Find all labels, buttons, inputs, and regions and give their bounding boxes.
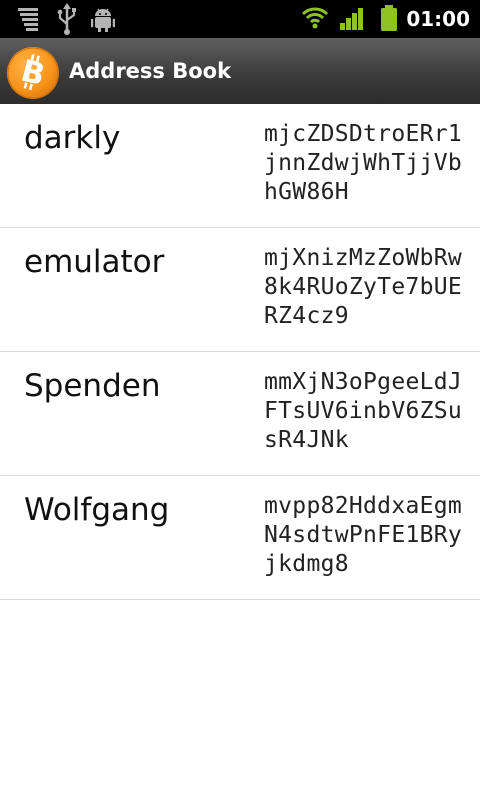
list-item[interactable]: Spenden mmXjN3oPgeeLdJFTsUV6inbV6ZSusR4J… — [0, 352, 480, 476]
android-debug-icon — [91, 8, 115, 32]
battery-icon — [381, 5, 397, 31]
wifi-icon — [301, 7, 329, 29]
list-item[interactable]: darkly mjcZDSDtroERr1jnnZdwjWhTjjVbhGW86… — [0, 104, 480, 228]
status-bar: 01:00 — [0, 0, 480, 38]
address-list: darkly mjcZDSDtroERr1jnnZdwjWhTjjVbhGW86… — [0, 104, 480, 600]
notification-stack-icon — [18, 8, 38, 31]
entry-label: emulator — [24, 244, 165, 280]
entry-label: darkly — [24, 120, 121, 156]
entry-label: Spenden — [24, 368, 161, 404]
bitcoin-logo-icon[interactable]: B — [6, 46, 60, 100]
entry-label: Wolfgang — [24, 492, 170, 528]
usb-icon — [57, 3, 76, 35]
page-title: Address Book — [69, 59, 232, 83]
list-item[interactable]: Wolfgang mvpp82HddxaEgmN4sdtwPnFE1BRyjkd… — [0, 476, 480, 600]
entry-address: mjXnizMzZoWbRw8k4RUoZyTe7bUERZ4cz9 — [264, 245, 463, 329]
entry-address: mjcZDSDtroERr1jnnZdwjWhTjjVbhGW86H — [264, 121, 463, 205]
list-item[interactable]: emulator mjXnizMzZoWbRw8k4RUoZyTe7bUERZ4… — [0, 228, 480, 352]
signal-icon — [340, 8, 363, 30]
status-time: 01:00 — [406, 7, 470, 31]
entry-address: mvpp82HddxaEgmN4sdtwPnFE1BRyjkdmg8 — [264, 493, 463, 577]
action-bar: B Address Book — [0, 38, 480, 105]
entry-address: mmXjN3oPgeeLdJFTsUV6inbV6ZSusR4JNk — [264, 369, 463, 453]
